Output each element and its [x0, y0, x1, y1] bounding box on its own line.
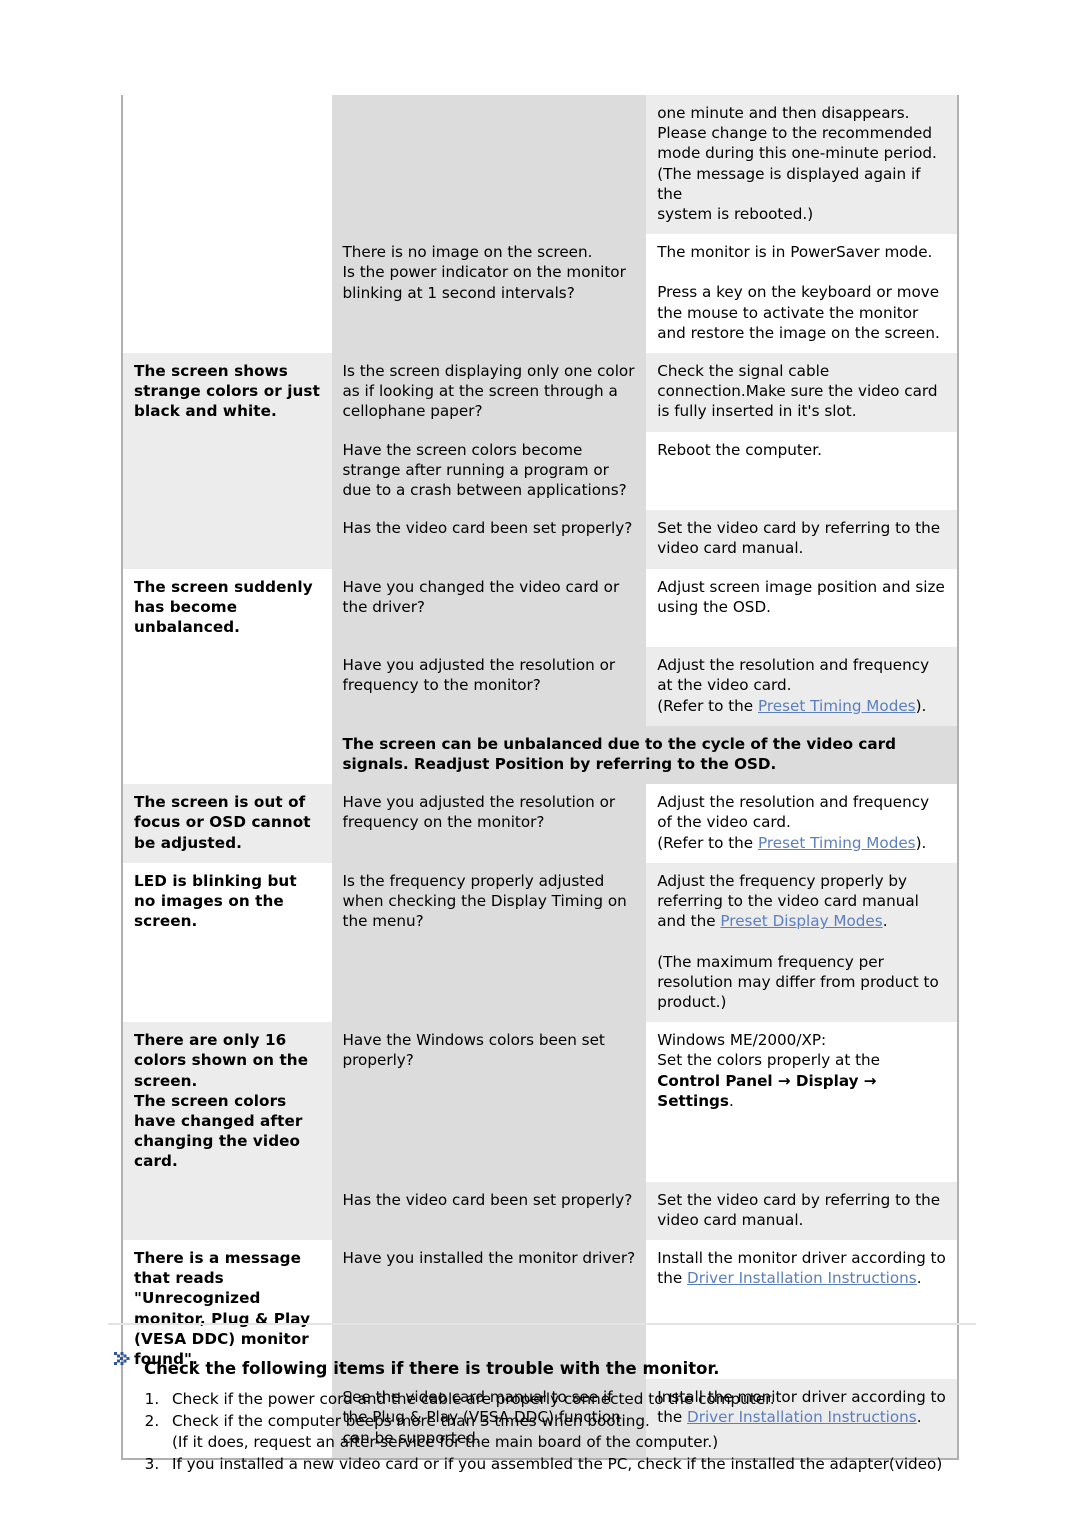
step-subtext: (If it does, request an after-service fo…: [172, 1433, 719, 1451]
symptom-cell: [122, 234, 332, 354]
table-row: The screen is out of focus or OSD cannot…: [122, 784, 958, 863]
solution-cell: Adjust the resolution and frequency of t…: [646, 784, 958, 863]
symptom-cell: [122, 1181, 332, 1240]
solution-line: mode during this one-minute period.: [657, 144, 937, 163]
trouble-steps-list: Check if the power cord and the cable ar…: [112, 1389, 1012, 1475]
solution-cell: Windows ME/2000/XP: Set the colors prope…: [646, 1022, 958, 1182]
document-page: one minute and then disappears. Please c…: [0, 0, 1080, 1528]
checklist-cell: Is the screen displaying only one color …: [331, 353, 647, 432]
symptom-cell: [122, 647, 332, 726]
list-item: If you installed a new video card or if …: [164, 1454, 1012, 1476]
double-chevron-right-icon: [112, 1349, 134, 1371]
table-row: Has the video card been set properly? Se…: [122, 510, 958, 569]
checklist-cell: Have the screen colors become strange af…: [331, 431, 647, 511]
solution-cell: Adjust screen image position and size us…: [646, 568, 958, 648]
table-row: The screen suddenly has become unbalance…: [122, 568, 958, 648]
notice-title: Check the following items if there is tr…: [144, 1359, 720, 1378]
checklist-cell: [331, 95, 647, 235]
solution-cell: The monitor is in PowerSaver mode. Press…: [646, 234, 958, 354]
solution-line: system is rebooted.): [657, 205, 814, 224]
checklist-cell: Have you adjusted the resolution or freq…: [331, 647, 647, 726]
checklist-cell: There is no image on the screen. Is the …: [331, 234, 647, 354]
table-row: Have the screen colors become strange af…: [122, 431, 958, 511]
solution-cell: Set the video card by referring to the v…: [646, 510, 958, 569]
symptom-cell: The screen suddenly has become unbalance…: [122, 568, 332, 648]
troubleshooting-table-wrapper: one minute and then disappears. Please c…: [121, 95, 959, 1460]
solution-cell: Check the signal cable connection.Make s…: [646, 353, 958, 432]
solution-suffix: .: [728, 1091, 734, 1110]
symptom-cell: [122, 725, 332, 785]
solution-cell: Reboot the computer.: [646, 431, 958, 511]
solution-paragraph: (The maximum frequency per resolution ma…: [657, 952, 939, 1011]
checklist-cell: Has the video card been set properly?: [331, 510, 647, 569]
table-row: Have you adjusted the resolution or freq…: [122, 647, 958, 726]
solution-line: one minute and then disappears.: [657, 104, 910, 122]
solution-suffix: .: [916, 1269, 922, 1288]
preset-timing-modes-link[interactable]: Preset Timing Modes: [758, 834, 916, 852]
table-row: LED is blinking but no images on the scr…: [122, 862, 958, 1023]
section-divider: [108, 1323, 976, 1325]
solution-cell: one minute and then disappears. Please c…: [646, 95, 958, 235]
monitor-trouble-notice: Check the following items if there is tr…: [112, 1348, 1012, 1475]
settings-path: Control Panel → Display → Settings: [657, 1071, 877, 1110]
solution-cell: Set the video card by referring to the v…: [646, 1181, 958, 1240]
solution-paragraph: Adjust the resolution and frequency at t…: [657, 656, 930, 695]
solution-prefix: Set the colors properly at the: [657, 1051, 881, 1070]
notice-header: Check the following items if there is tr…: [112, 1348, 1012, 1380]
symptom-cell: [122, 431, 332, 511]
solution-paragraph: The monitor is in PowerSaver mode.: [657, 243, 933, 262]
step-text: Check if the power cord and the cable ar…: [172, 1390, 775, 1408]
symptom-cell: The screen is out of focus or OSD cannot…: [122, 784, 332, 863]
symptom-cell: The screen shows strange colors or just …: [122, 353, 332, 432]
solution-line: (The message is displayed again if the: [657, 164, 921, 203]
table-row: one minute and then disappears. Please c…: [122, 95, 958, 235]
table-row: The screen shows strange colors or just …: [122, 353, 958, 432]
symptom-cell: LED is blinking but no images on the scr…: [122, 862, 332, 1023]
solution-cell: Adjust the frequency properly by referri…: [646, 862, 958, 1023]
solution-line: Please change to the recommended: [657, 124, 932, 143]
table-row: There are only 16 colors shown on the sc…: [122, 1022, 958, 1182]
checklist-cell: Have the Windows colors been set properl…: [331, 1022, 647, 1182]
symptom-cell: There are only 16 colors shown on the sc…: [122, 1022, 332, 1182]
checklist-cell: Has the video card been set properly?: [331, 1181, 647, 1240]
preset-display-modes-link[interactable]: Preset Display Modes: [720, 912, 882, 930]
symptom-cell: [122, 510, 332, 569]
step-text: Check if the computer beeps more than 3 …: [172, 1411, 650, 1430]
refer-suffix: ).: [915, 833, 927, 852]
solution-cell: Adjust the resolution and frequency at t…: [646, 647, 958, 726]
preset-timing-modes-link[interactable]: Preset Timing Modes: [758, 697, 916, 715]
solution-line: Windows ME/2000/XP:: [657, 1031, 827, 1050]
checklist-cell: Have you changed the video card or the d…: [331, 568, 647, 648]
solution-paragraph: Press a key on the keyboard or move the …: [657, 283, 940, 342]
list-item: Check if the computer beeps more than 3 …: [164, 1411, 1012, 1454]
note-cell: The screen can be unbalanced due to the …: [331, 725, 958, 785]
table-row: Has the video card been set properly? Se…: [122, 1181, 958, 1240]
step-text: If you installed a new video card or if …: [172, 1454, 943, 1473]
solution-paragraph: Adjust the resolution and frequency of t…: [657, 793, 930, 832]
driver-installation-instructions-link[interactable]: Driver Installation Instructions: [687, 1269, 917, 1287]
troubleshooting-table: one minute and then disappears. Please c…: [121, 95, 959, 1460]
checklist-cell: Is the frequency properly adjusted when …: [331, 862, 647, 1023]
list-item: Check if the power cord and the cable ar…: [164, 1389, 1012, 1411]
solution-post: .: [882, 912, 888, 931]
refer-prefix: (Refer to the: [657, 696, 758, 715]
table-row: There is no image on the screen. Is the …: [122, 234, 958, 354]
symptom-cell: [122, 95, 332, 235]
refer-suffix: ).: [915, 696, 927, 715]
checklist-cell: Have you adjusted the resolution or freq…: [331, 784, 647, 863]
table-row-note: The screen can be unbalanced due to the …: [122, 725, 958, 785]
refer-prefix: (Refer to the: [657, 833, 758, 852]
